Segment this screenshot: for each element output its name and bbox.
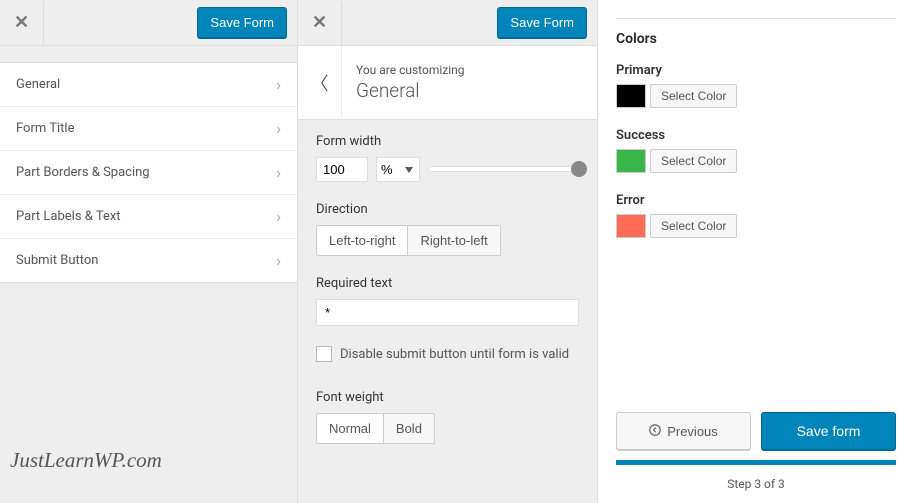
section-form-width: Form width % — [298, 120, 597, 188]
section-required-text: Required text — [298, 262, 597, 332]
nav-item-part-borders[interactable]: Part Borders & Spacing › — [0, 151, 297, 195]
nav-item-label: Part Borders & Spacing — [16, 165, 150, 180]
error-select-color-button[interactable]: Select Color — [650, 214, 737, 238]
form-width-input[interactable] — [316, 157, 368, 182]
panel-middle: ✕ Save Form 〈 You are customizing Genera… — [298, 0, 598, 503]
error-label: Error — [616, 193, 896, 208]
direction-rtl-button[interactable]: Right-to-left — [408, 226, 499, 255]
section-direction: Direction Left-to-right Right-to-left — [298, 188, 597, 262]
nav-item-label: Part Labels & Text — [16, 209, 121, 224]
nav-item-part-labels[interactable]: Part Labels & Text › — [0, 195, 297, 239]
nav-item-label: General — [16, 77, 60, 92]
required-text-label: Required text — [316, 276, 579, 291]
font-weight-normal-button[interactable]: Normal — [317, 414, 384, 443]
disable-submit-row[interactable]: Disable submit button until form is vali… — [298, 332, 597, 376]
save-form-button[interactable]: Save Form — [497, 7, 587, 38]
nav-item-label: Submit Button — [16, 253, 98, 268]
nav-item-form-title[interactable]: Form Title › — [0, 107, 297, 151]
watermark: JustLearnWP.com — [10, 448, 162, 473]
primary-select-color-button[interactable]: Select Color — [650, 84, 737, 108]
close-icon: ✕ — [14, 12, 29, 33]
error-swatch[interactable] — [616, 214, 646, 238]
primary-swatch[interactable] — [616, 84, 646, 108]
success-swatch[interactable] — [616, 149, 646, 173]
chevron-right-icon: › — [276, 251, 281, 270]
close-icon: ✕ — [312, 12, 327, 33]
topbar-left: ✕ Save Form — [0, 0, 297, 46]
panel-left: ✕ Save Form General › Form Title › Part … — [0, 0, 298, 503]
primary-label: Primary — [616, 63, 896, 78]
form-width-slider[interactable] — [428, 166, 579, 174]
direction-ltr-button[interactable]: Left-to-right — [317, 226, 408, 255]
nav-item-submit-button[interactable]: Submit Button › — [0, 239, 297, 282]
slider-thumb[interactable] — [571, 161, 587, 177]
customizing-header-text: You are customizing General — [342, 63, 465, 102]
section-font-weight: Font weight Normal Bold — [298, 376, 597, 450]
chevron-left-icon: 〈 — [311, 70, 329, 96]
required-text-input[interactable] — [316, 299, 579, 326]
success-color-row: Select Color — [616, 149, 896, 173]
nav-item-general[interactable]: General › — [0, 63, 297, 107]
chevron-right-icon: › — [276, 119, 281, 138]
disable-submit-checkbox[interactable] — [316, 346, 332, 362]
font-weight-bold-button[interactable]: Bold — [384, 414, 434, 443]
nav-footer: Previous Save form Step 3 of 3 — [616, 412, 896, 491]
step-text: Step 3 of 3 — [616, 477, 896, 491]
customizing-header: 〈 You are customizing General — [298, 46, 597, 120]
save-form-button[interactable]: Save Form — [197, 7, 287, 38]
colors-heading: Colors — [616, 31, 896, 47]
primary-color-row: Select Color — [616, 84, 896, 108]
form-width-unit-select[interactable]: % — [376, 157, 420, 182]
previous-label: Previous — [667, 424, 718, 439]
success-select-color-button[interactable]: Select Color — [650, 149, 737, 173]
direction-toggle-group: Left-to-right Right-to-left — [316, 225, 501, 256]
back-button[interactable]: 〈 — [298, 46, 342, 120]
arrow-left-icon — [649, 424, 661, 439]
close-button[interactable]: ✕ — [298, 1, 342, 45]
font-weight-toggle-group: Normal Bold — [316, 413, 435, 444]
progress-bar — [616, 460, 896, 465]
direction-label: Direction — [316, 202, 579, 217]
nav-list: General › Form Title › Part Borders & Sp… — [0, 62, 297, 283]
panel-right: Colors Primary Select Color Success Sele… — [598, 0, 914, 503]
save-form-big-button[interactable]: Save form — [761, 412, 896, 450]
disable-submit-label: Disable submit button until form is vali… — [340, 347, 569, 362]
previous-button[interactable]: Previous — [616, 412, 751, 450]
chevron-right-icon: › — [276, 207, 281, 226]
nav-item-label: Form Title — [16, 121, 74, 136]
form-width-label: Form width — [316, 134, 579, 149]
close-button[interactable]: ✕ — [0, 1, 44, 45]
customizing-large: General — [356, 79, 465, 102]
chevron-right-icon: › — [276, 163, 281, 182]
customizing-small: You are customizing — [356, 63, 465, 77]
error-color-row: Select Color — [616, 214, 896, 238]
success-label: Success — [616, 128, 896, 143]
topbar-middle: ✕ Save Form — [298, 0, 597, 46]
chevron-right-icon: › — [276, 75, 281, 94]
font-weight-label: Font weight — [316, 390, 579, 405]
